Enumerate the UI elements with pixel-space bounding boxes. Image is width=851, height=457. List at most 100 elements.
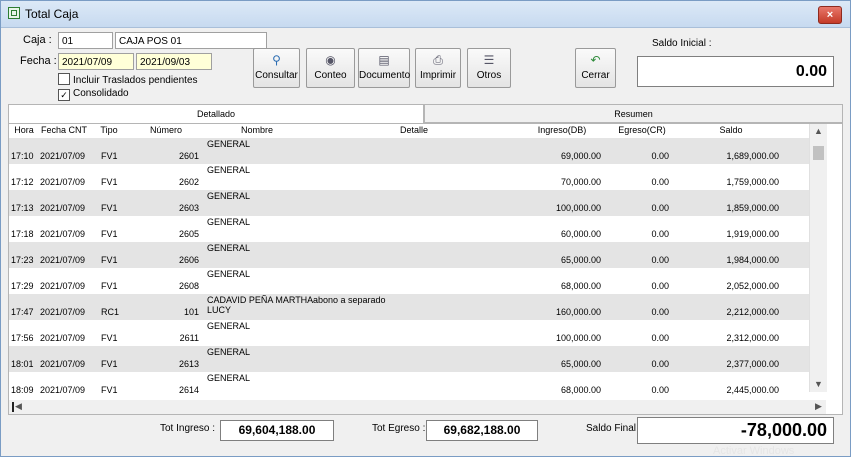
conteo-button[interactable]: ◉ Conteo [306,48,355,88]
cell-nombre: CADAVID PEÑA MARTHA [207,295,314,305]
scroll-up-icon[interactable]: ▲ [814,126,823,136]
cell-saldo: 1,984,000.00 [726,255,779,265]
cell-fecha: 2021/07/09 [40,281,86,291]
tot-egreso-label: Tot Egreso : [372,423,426,434]
cell-tipo: RC1 [101,307,120,317]
saldo-inicial-label: Saldo Inicial : [652,38,712,49]
cell-ingreso: 65,000.00 [560,255,601,265]
cell-hora: 17:18 [11,229,34,239]
tab-resumen[interactable]: Resumen [424,104,843,123]
cell-nombre: GENERAL [207,191,251,201]
cell-detalle: abono a separado [313,295,386,305]
incluir-traslados-box[interactable] [58,73,70,85]
vertical-scroll-thumb[interactable] [813,146,824,160]
cell-ingreso: 60,000.00 [560,229,601,239]
table-row[interactable]: 17:47 2021/07/09 RC1 101 160,000.00 0.00 2,212… [9,294,809,320]
table-row[interactable]: 17:29 2021/07/09 FV1 2608 68,000.00 0.00 2,052… [9,268,809,294]
cell-nombre: GENERAL [207,165,251,175]
imprimir-button[interactable]: ⎙ Imprimir [415,48,461,88]
col-nombre[interactable]: Nombre [207,125,307,135]
window-title: Total Caja [25,7,79,21]
horizontal-scroll-thumb[interactable] [12,402,14,412]
imprimir-label: Imprimir [419,70,457,81]
col-egreso[interactable]: Egreso(CR) [607,125,677,135]
tab-strip: Detallado Resumen [8,104,843,123]
cell-tipo: FV1 [101,203,118,213]
cell-hora: 17:47 [11,307,34,317]
cell-egreso: 0.00 [651,177,669,187]
table-row[interactable]: 18:01 2021/07/09 FV1 2613 65,000.00 0.00 2,377… [9,346,809,372]
fecha-desde-field[interactable]: 2021/07/09 [58,53,134,70]
tab-detallado[interactable]: Detallado [8,104,424,123]
fecha-hasta-field[interactable]: 2021/09/03 [136,53,212,70]
cell-tipo: FV1 [101,333,118,343]
vertical-scrollbar[interactable]: ▲ ▼ [809,124,827,392]
scroll-left-icon[interactable]: ◀ [15,401,22,412]
horizontal-scrollbar[interactable]: ◀ ▶ [9,400,826,414]
tot-egreso-value: 69,682,188.00 [426,420,538,441]
cell-nombre-line2: LUCY [207,305,232,315]
cell-tipo: FV1 [101,385,118,395]
cell-tipo: FV1 [101,151,118,161]
incluir-traslados-checkbox[interactable]: Incluir Traslados pendientes [58,73,198,86]
col-fecha-cnt[interactable]: Fecha CNT [39,125,89,135]
cell-nombre: GENERAL [207,373,251,383]
cell-ingreso: 68,000.00 [560,385,601,395]
otros-label: Otros [476,70,502,81]
cell-egreso: 0.00 [651,385,669,395]
col-tipo[interactable]: Tipo [95,125,123,135]
document-icon: ▤ [378,53,390,67]
col-numero[interactable]: Número [133,125,199,135]
cell-saldo: 2,377,000.00 [726,359,779,369]
scroll-right-icon[interactable]: ▶ [815,401,822,412]
fecha-label: Fecha : [20,55,57,67]
close-button[interactable]: × [818,6,842,24]
caja-code-field[interactable]: 01 [58,32,113,49]
cell-numero: 2603 [178,203,199,213]
cell-egreso: 0.00 [651,359,669,369]
otros-button[interactable]: ☰ Otros [467,48,511,88]
table-row[interactable]: 17:23 2021/07/09 FV1 2606 65,000.00 0.00 1,984… [9,242,809,268]
cell-numero: 2605 [178,229,199,239]
table-row[interactable]: 17:18 2021/07/09 FV1 2605 60,000.00 0.00 1,919… [9,216,809,242]
caja-name-field[interactable]: CAJA POS 01 [115,32,267,49]
table-row[interactable]: 17:56 2021/07/09 FV1 2611 100,000.00 0.00 2,31… [9,320,809,346]
cell-hora: 17:12 [11,177,34,187]
table-row[interactable]: 18:09 2021/07/09 FV1 2614 68,000.00 0.00 2,445… [9,372,809,398]
cerrar-label: Cerrar [581,70,610,81]
cerrar-button[interactable]: ↶ Cerrar [575,48,616,88]
coins-icon: ◉ [325,53,336,67]
scroll-down-icon[interactable]: ▼ [814,379,823,389]
cell-egreso: 0.00 [651,229,669,239]
cell-hora: 18:09 [11,385,34,395]
title-bar[interactable]: Total Caja × [1,1,850,28]
cell-hora: 17:13 [11,203,34,213]
saldo-final-value: -78,000.00 [637,417,834,444]
consultar-button[interactable]: ⚲ Consultar [253,48,300,88]
windows-activation-watermark: Activar Windows [713,445,795,457]
cell-ingreso: 69,000.00 [560,151,601,161]
documento-button[interactable]: ▤ Documento [358,48,410,88]
cell-saldo: 2,312,000.00 [726,333,779,343]
col-hora[interactable]: Hora [11,125,37,135]
cell-egreso: 0.00 [651,307,669,317]
cell-saldo: 2,445,000.00 [726,385,779,395]
col-detalle[interactable]: Detalle [311,125,517,135]
cell-numero: 101 [183,307,199,317]
cell-fecha: 2021/07/09 [40,385,86,395]
incluir-traslados-label: Incluir Traslados pendientes [73,75,198,86]
col-ingreso[interactable]: Ingreso(DB) [517,125,607,135]
table-row[interactable]: 17:12 2021/07/09 FV1 2602 70,000.00 0.00 1,759… [9,164,809,190]
consolidado-box[interactable]: ✓ [58,89,70,101]
cell-numero: 2601 [178,151,199,161]
cell-nombre: GENERAL [207,347,251,357]
saldo-final-label: Saldo Final : [586,423,642,434]
table-row[interactable]: 17:10 2021/07/09 FV1 2601 69,000.00 0.00 1,689… [9,138,809,164]
app-icon [8,7,20,19]
return-arrow-icon: ↶ [590,53,601,67]
col-saldo[interactable]: Saldo [677,125,785,135]
cell-fecha: 2021/07/09 [40,203,86,213]
consolidado-checkbox[interactable]: ✓ Consolidado [58,88,129,101]
table-row[interactable]: 17:13 2021/07/09 FV1 2603 100,000.00 0.00 1,85… [9,190,809,216]
total-caja-window: Total Caja × Caja : 01 CAJA POS 01 Fecha… [0,0,851,457]
